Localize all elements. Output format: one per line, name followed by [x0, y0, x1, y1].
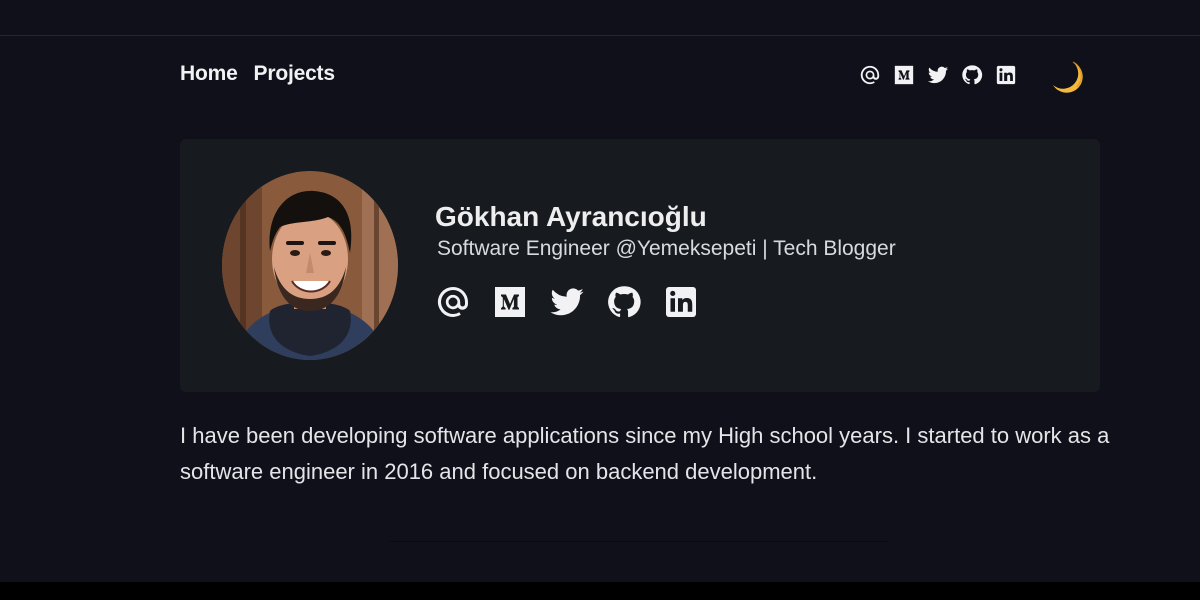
github-icon[interactable] [961, 64, 983, 86]
footer-divider [390, 541, 888, 542]
nav-home-link[interactable]: Home [180, 62, 238, 86]
theme-toggle-button[interactable] [1047, 56, 1089, 98]
twitter-icon[interactable] [927, 64, 949, 86]
bottom-bar [0, 582, 1200, 600]
at-icon[interactable] [859, 64, 881, 86]
linkedin-icon[interactable] [995, 64, 1017, 86]
moon-icon [1053, 61, 1083, 93]
nav-projects-link[interactable]: Projects [254, 62, 335, 86]
bio-text: I have been developing software applicat… [180, 423, 1110, 484]
profile-social-links [435, 284, 720, 320]
medium-icon[interactable] [893, 64, 915, 86]
header-social-links [859, 64, 1029, 86]
twitter-icon[interactable] [549, 284, 585, 320]
avatar [222, 171, 398, 360]
profile-card: Gökhan Ayrancıoğlu Software Engineer @Ye… [180, 139, 1100, 392]
profile-name: Gökhan Ayrancıoğlu [435, 201, 707, 232]
github-icon[interactable] [606, 284, 642, 320]
medium-icon[interactable] [492, 284, 528, 320]
at-icon[interactable] [435, 284, 471, 320]
linkedin-icon[interactable] [663, 284, 699, 320]
profile-tagline: Software Engineer @Yemeksepeti | Tech Bl… [437, 237, 896, 260]
header-divider [0, 35, 1200, 36]
main-nav: Home Projects [180, 62, 335, 86]
